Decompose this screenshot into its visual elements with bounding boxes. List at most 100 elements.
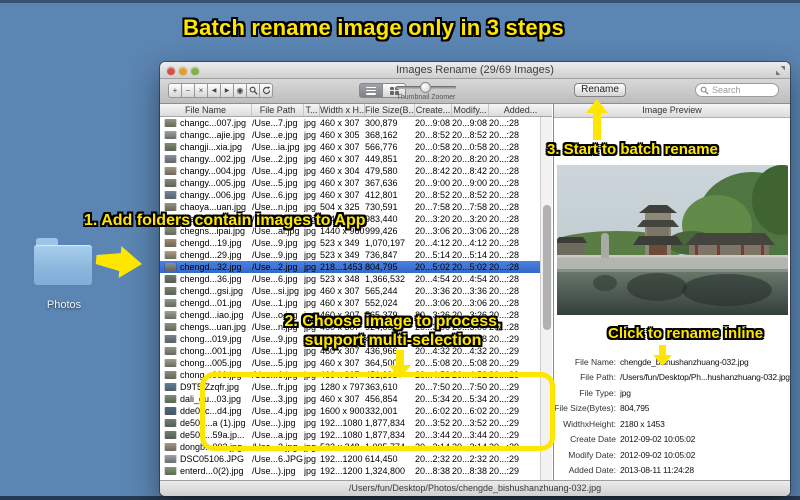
cell-file-path: /Use...3.jpg: [252, 394, 298, 404]
table-row[interactable]: dde07c...d4.jpg /Use...4.jpg jpg 1600 x …: [160, 405, 552, 417]
image-thumbnail-icon: [164, 167, 176, 175]
photos-folder-icon[interactable]: [34, 238, 92, 285]
table-row[interactable]: dongb...002.jpg /Use...2.jpg jpg 523 x 3…: [160, 441, 552, 453]
table-row[interactable]: enterd...0(2).jpg /Use...).jpg jpg 192..…: [160, 465, 552, 477]
table-row[interactable]: changy...006.jpg /Use...6.jpg jpg 460 x …: [160, 189, 552, 201]
table-header: File Name File Path T... Width x H... Fi…: [160, 104, 552, 117]
refresh-button[interactable]: [259, 83, 273, 98]
table-row[interactable]: changy...005.jpg /Use...5.jpg jpg 460 x …: [160, 177, 552, 189]
cell-dimensions: 523 x 349: [320, 238, 360, 248]
table-row[interactable]: chengd...29.jpg /Use...9.jpg jpg 523 x 3…: [160, 249, 552, 261]
image-thumbnail-icon: [164, 443, 176, 451]
cell-create-date: 20...8:52: [415, 130, 451, 140]
table-row[interactable]: changji...xia.jpg /Use...ia.jpg jpg 460 …: [160, 141, 552, 153]
annotation-step1: 1. Add folders contain images to App: [84, 212, 366, 229]
table-row[interactable]: de50b...a (1).jpg /Use...).jpg jpg 192..…: [160, 417, 552, 429]
previous-button[interactable]: ◀: [207, 83, 221, 98]
cell-file-size: 363,610: [365, 382, 398, 392]
table-row[interactable]: changc...ajie.jpg /Use...e.jpg jpg 460 x…: [160, 129, 552, 141]
cell-file-size: 1,877,834: [365, 418, 406, 428]
cell-added-date: 20...:28: [489, 202, 520, 212]
table-row[interactable]: changy...002.jpg /Use...2.jpg jpg 460 x …: [160, 153, 552, 165]
cell-create-date: 20...8:42: [415, 166, 451, 176]
table-row[interactable]: changc...007.jpg /Use...7.jpg jpg 460 x …: [160, 117, 552, 129]
search-button[interactable]: [246, 83, 260, 98]
column-header-file-name[interactable]: File Name: [160, 104, 252, 116]
table-row[interactable]: chengd...36.jpg /Use...6.jpg jpg 523 x 3…: [160, 273, 552, 285]
cell-type: jpg: [304, 262, 317, 272]
table-row[interactable]: dali_gu...03.jpg /Use...3.jpg jpg 460 x …: [160, 393, 552, 405]
cell-added-date: 20...:29: [489, 406, 520, 416]
cell-type: jpg: [304, 298, 317, 308]
table-row[interactable]: chengd...19.jpg /Use...9.jpg jpg 523 x 3…: [160, 237, 552, 249]
preview-panel: Image Preview File Name: chengde_bishush…: [553, 104, 790, 480]
cell-added-date: 20...:28: [489, 118, 520, 128]
delete-button[interactable]: ×: [194, 83, 208, 98]
cell-dimensions: 192...1200: [320, 466, 363, 476]
column-header-dimensions[interactable]: Width x H...: [320, 104, 365, 116]
info-value: 804,795: [620, 403, 650, 414]
table-row[interactable]: chengd...01.jpg /Use...1.jpg jpg 460 x 3…: [160, 297, 552, 309]
resize-icon[interactable]: [776, 66, 785, 75]
info-value[interactable]: chengde_bishushanzhuang-032.jpg: [620, 357, 749, 367]
cell-file-size: 368,162: [365, 130, 398, 140]
cell-file-path: /Use...9.jpg: [252, 238, 298, 248]
cell-file-size: 983,440: [365, 214, 398, 224]
table-row[interactable]: DSC05106.JPG /Use...6.JPG jpg 192...1200…: [160, 453, 552, 465]
cell-type: jpg: [304, 394, 317, 404]
cell-type: jpg: [304, 442, 317, 452]
cell-file-path: /Use...si.jpg: [252, 286, 300, 296]
cell-type: jpg: [304, 358, 317, 368]
table-row[interactable]: chong...005.jpg /Use...5.jpg jpg 460 x 3…: [160, 357, 552, 369]
cell-added-date: 20...:29: [489, 382, 520, 392]
info-label: WidthxHeight:: [563, 418, 616, 429]
table-row[interactable]: changy...004.jpg /Use...4.jpg jpg 460 x …: [160, 165, 552, 177]
cell-file-name: changy...006.jpg: [180, 190, 246, 200]
column-header-file-path[interactable]: File Path: [252, 104, 304, 116]
cell-added-date: 20...:29: [489, 454, 520, 464]
cell-modify-date: 20...6:02: [452, 406, 488, 416]
thumbnail-zoomer-slider[interactable]: [396, 81, 456, 93]
table-row[interactable]: chong...006.jpg /Use...6.jpg jpg 460 x 3…: [160, 369, 552, 381]
cell-added-date: 20...:28: [489, 154, 520, 164]
image-thumbnail-icon: [164, 287, 176, 295]
cell-added-date: 20...:28: [489, 298, 520, 308]
column-header-added-date[interactable]: Added...: [489, 104, 552, 116]
cell-file-size: 332,001: [365, 406, 398, 416]
preview-info-row: File Path: /Users/fun/Desktop/Ph...husha…: [554, 370, 791, 386]
rename-button[interactable]: Rename: [574, 83, 626, 97]
info-value: 2012-09-02 10:05:02: [620, 449, 696, 460]
title-bar[interactable]: Images Rename (29/69 Images): [160, 62, 790, 79]
column-header-file-size[interactable]: File Size(B...: [365, 104, 415, 116]
image-thumbnail-icon: [164, 239, 176, 247]
table-row[interactable]: D9T5tZzqfr.jpg /Use...fr.jpg jpg 1280 x …: [160, 381, 552, 393]
cell-added-date: 20...:28: [489, 286, 520, 296]
cell-added-date: 20...:28: [489, 226, 520, 236]
minus-icon: −: [185, 86, 191, 95]
cell-type: jpg: [304, 430, 317, 440]
search-input[interactable]: Search: [695, 83, 779, 97]
cell-added-date: 20...:29: [489, 394, 520, 404]
image-thumbnail-icon: [164, 179, 176, 187]
vertical-scrollbar[interactable]: [540, 117, 552, 480]
slider-thumb[interactable]: [420, 81, 431, 93]
table-row[interactable]: chengd...gsi.jpg /Use...si.jpg jpg 460 x…: [160, 285, 552, 297]
column-header-type[interactable]: T...: [304, 104, 320, 116]
column-header-modify-date[interactable]: Modify...: [452, 104, 489, 116]
add-button[interactable]: +: [168, 83, 182, 98]
table-row[interactable]: chengd...32.jpg /Use...2.jpg jpg 218...1…: [160, 261, 552, 273]
preview-button[interactable]: ◉: [233, 83, 247, 98]
cell-added-date: 20...:28: [489, 274, 520, 284]
remove-button[interactable]: −: [181, 83, 195, 98]
cell-added-date: 20...:28: [489, 166, 520, 176]
cell-file-path: /Use...5.jpg: [252, 358, 298, 368]
info-value: jpg: [620, 387, 631, 398]
cell-file-name: dongb...002.jpg: [180, 442, 243, 452]
cell-file-name: changc...ajie.jpg: [180, 130, 246, 140]
column-header-create-date[interactable]: Create...: [415, 104, 452, 116]
cell-file-name: chengd...gsi.jpg: [180, 286, 244, 296]
cell-file-size: 566,776: [365, 142, 398, 152]
cell-create-date: 20...3:36: [415, 286, 451, 296]
next-button[interactable]: ▶: [220, 83, 234, 98]
table-row[interactable]: de50b...59a.jp... /Use...a.jpg jpg 192..…: [160, 429, 552, 441]
